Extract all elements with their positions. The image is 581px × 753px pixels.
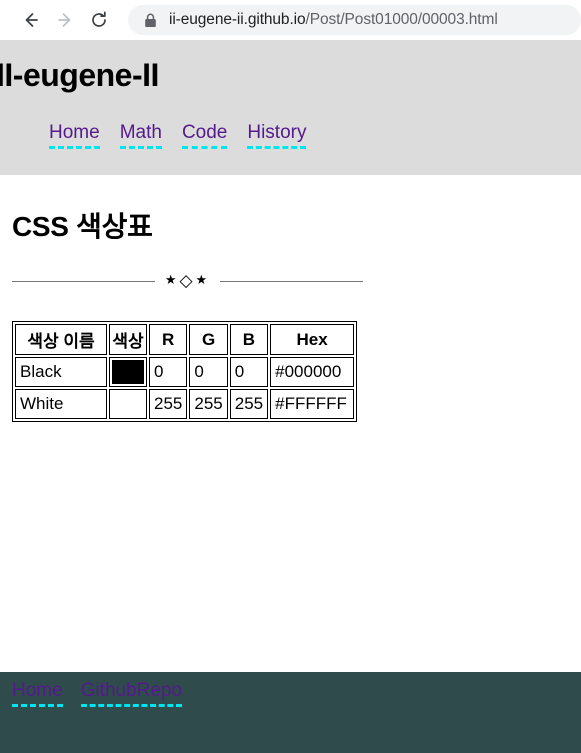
table-row: White 255 255 255 #FFFFFF	[15, 389, 355, 419]
site-title: II-eugene-II	[0, 57, 159, 93]
site-footer: Home GithubRepo	[0, 672, 581, 753]
table-row: Black 0 0 0 #000000	[15, 357, 355, 387]
table-header-row: 색상 이름 색상 R G B Hex	[15, 324, 355, 355]
site-header: II-eugene-II Home Math Code History	[0, 40, 581, 175]
url-domain: ii-eugene-ii.github.io	[169, 11, 306, 28]
cell-color-name: White	[15, 389, 107, 419]
cell-b: 255	[229, 389, 269, 419]
color-table-wrapper: 색상 이름 색상 R G B Hex Black 0 0 0 #000000 W…	[12, 321, 581, 422]
column-header-g: G	[189, 324, 228, 355]
address-bar[interactable]: ii-eugene-ii.github.io/Post/Post01000/00…	[128, 5, 581, 35]
cell-color-swatch	[109, 389, 147, 419]
arrow-left-icon	[21, 10, 41, 30]
column-header-hex: Hex	[270, 324, 355, 355]
cell-g: 0	[189, 357, 228, 387]
cell-hex: #000000	[270, 357, 355, 387]
nav-item-history[interactable]: History	[247, 122, 307, 150]
site-nav: Home Math Code History	[0, 122, 581, 150]
table-head: 색상 이름 색상 R G B Hex	[15, 324, 355, 355]
cell-r: 255	[149, 389, 188, 419]
forward-button[interactable]	[48, 3, 82, 37]
arrow-right-icon	[55, 10, 75, 30]
url-path: /Post/Post01000/00003.html	[305, 11, 498, 28]
column-header-b: B	[229, 324, 269, 355]
column-header-name: 색상 이름	[15, 324, 107, 355]
nav-item-code[interactable]: Code	[181, 122, 228, 150]
color-table: 색상 이름 색상 R G B Hex Black 0 0 0 #000000 W…	[12, 321, 358, 422]
cell-color-swatch	[109, 357, 147, 387]
footer-link-githubrepo[interactable]: GithubRepo	[80, 680, 183, 707]
nav-item-home[interactable]: Home	[49, 122, 100, 150]
ornament-divider: ★◇★	[12, 270, 364, 291]
star-left-icon: ★	[164, 272, 180, 288]
nav-item-math[interactable]: Math	[119, 122, 162, 150]
url-text: ii-eugene-ii.github.io/Post/Post01000/00…	[169, 11, 498, 29]
column-header-color: 색상	[109, 324, 147, 355]
cell-r: 0	[149, 357, 188, 387]
divider-ornament: ★◇★	[155, 270, 220, 291]
main-content: CSS 색상표 ★◇★ 색상 이름 색상 R G B Hex Black 0 0…	[0, 175, 581, 422]
reload-icon	[89, 10, 109, 30]
color-swatch	[112, 360, 144, 384]
lock-icon	[144, 13, 157, 28]
divider-line-right	[220, 280, 364, 282]
cell-b: 0	[229, 357, 269, 387]
back-button[interactable]	[14, 3, 48, 37]
cell-hex: #FFFFFF	[270, 389, 355, 419]
reload-button[interactable]	[82, 3, 116, 37]
column-header-r: R	[149, 324, 188, 355]
footer-link-home[interactable]: Home	[12, 680, 63, 707]
cell-g: 255	[189, 389, 228, 419]
footer-nav: Home GithubRepo	[12, 680, 581, 707]
diamond-icon: ◇	[179, 270, 196, 291]
color-swatch	[112, 392, 144, 416]
table-body: Black 0 0 0 #000000 White 255 255 255 #F…	[15, 357, 355, 419]
divider-line-left	[12, 280, 155, 282]
cell-color-name: Black	[15, 357, 107, 387]
browser-toolbar: ii-eugene-ii.github.io/Post/Post01000/00…	[0, 0, 581, 40]
page-title: CSS 색상표	[12, 211, 153, 242]
star-right-icon: ★	[195, 272, 211, 288]
